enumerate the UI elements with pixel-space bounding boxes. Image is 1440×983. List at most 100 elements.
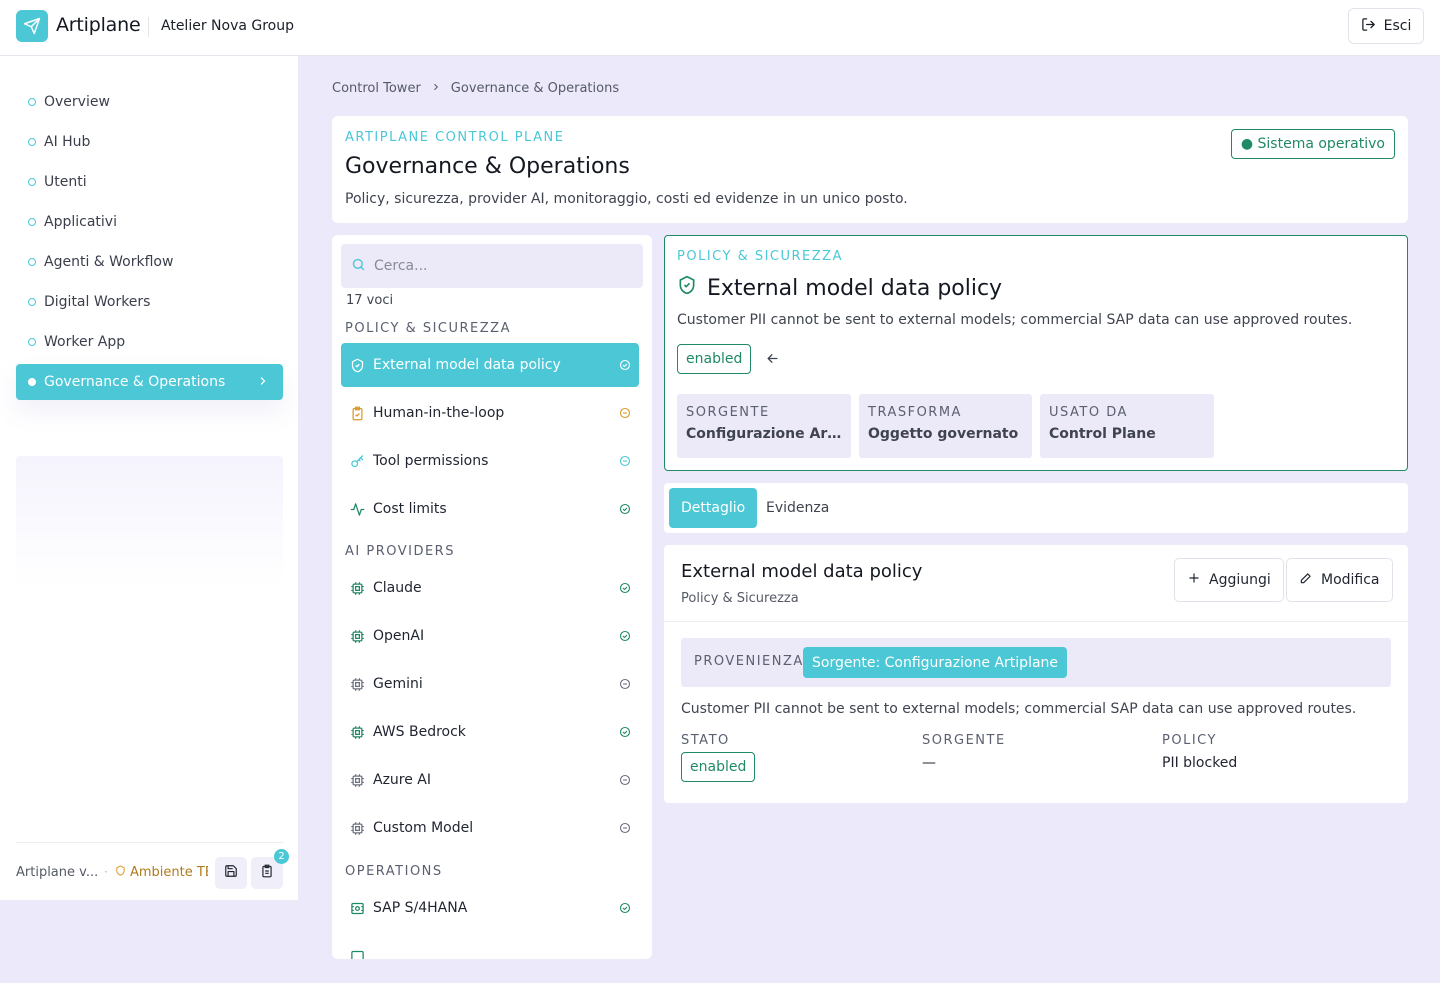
lineage-tile-transform: TRASFORMA Oggetto governato — [859, 394, 1032, 458]
detail-title: External model data policy — [707, 275, 1003, 301]
divider — [148, 17, 149, 37]
detail-description: Customer PII cannot be sent to external … — [677, 312, 1353, 328]
detail-eyebrow: POLICY & SICUREZZA — [677, 249, 843, 264]
plus-icon — [1187, 571, 1201, 589]
list-item-label: External model data policy — [373, 357, 561, 373]
lineage-tile-source: SORGENTE Configurazione Artiplane — [677, 394, 851, 458]
list-item-azure-ai[interactable]: Azure AI — [341, 758, 639, 802]
status-neutral-icon — [619, 774, 631, 786]
list-item-aws-bedrock[interactable]: AWS Bedrock — [341, 710, 639, 754]
list-item-cost-limits[interactable]: Cost limits — [341, 487, 639, 531]
sidebar-item-applicativi[interactable]: Applicativi — [16, 204, 283, 240]
sidebar-item-utenti[interactable]: Utenti — [16, 164, 283, 200]
list-item-human-in-the-loop[interactable]: Human-in-the-loop — [341, 391, 639, 435]
logout-button[interactable]: Esci — [1348, 8, 1424, 44]
sidebar-item-label: Governance & Operations — [44, 374, 226, 390]
field-value: PII blocked — [1162, 755, 1238, 771]
list-item-label: Human-in-the-loop — [373, 405, 505, 421]
field-sorgente: SORGENTE — — [922, 733, 1006, 771]
paper-plane-logo-icon[interactable] — [16, 10, 48, 42]
tab-evidenza[interactable]: Evidenza — [754, 488, 841, 528]
list-item-gemini[interactable]: Gemini — [341, 662, 639, 706]
list-item-custom-model[interactable]: Custom Model — [341, 806, 639, 850]
tile-value: Control Plane — [1049, 426, 1156, 442]
list-item-sap-s4hana[interactable]: SAP S/4HANA — [341, 886, 639, 930]
status-check-icon — [619, 359, 631, 371]
chevron-right-icon — [257, 375, 269, 391]
cpu-icon — [349, 772, 365, 788]
active-item-shadow — [16, 456, 283, 586]
field-value: — — [922, 755, 936, 771]
status-check-icon — [619, 582, 631, 594]
list-item-claude[interactable]: Claude — [341, 566, 639, 610]
tile-label: SORGENTE — [686, 405, 770, 420]
list-item-openai[interactable]: OpenAI — [341, 614, 639, 658]
sidebar-item-worker-app[interactable]: Worker App — [16, 324, 283, 360]
panel-title: External model data policy — [681, 561, 923, 582]
sidebar-item-governance-operations[interactable]: Governance & Operations — [16, 364, 283, 400]
breadcrumb-item-control-tower[interactable]: Control Tower — [332, 81, 421, 96]
add-button[interactable]: Aggiungi — [1174, 558, 1284, 602]
sidebar: Overview AI Hub Utenti Applicativi Agent… — [0, 56, 299, 900]
detail-panel: External model data policy Policy & Sicu… — [664, 545, 1408, 803]
sidebar-item-digital-workers[interactable]: Digital Workers — [16, 284, 283, 320]
search-input[interactable] — [374, 258, 614, 274]
sidebar-item-label: AI Hub — [44, 134, 91, 150]
group-label-operations: OPERATIONS — [345, 864, 443, 879]
footer-separator: · — [104, 865, 108, 879]
list-item-label: Cost limits — [373, 501, 447, 517]
nav-dot-icon — [28, 258, 36, 266]
list-item-partial[interactable] — [341, 934, 639, 959]
edit-button[interactable]: Modifica — [1286, 558, 1393, 602]
page-eyebrow: ARTIPLANE CONTROL PLANE — [345, 130, 565, 145]
tab-dettaglio[interactable]: Dettaglio — [669, 488, 758, 528]
brand-name: Artiplane — [56, 14, 141, 36]
server-icon — [349, 900, 365, 916]
item-count: 17 voci — [346, 293, 394, 308]
environment-badge: Ambiente TE — [115, 865, 208, 880]
field-label: SORGENTE — [922, 733, 1006, 748]
list-item-label: SAP S/4HANA — [373, 900, 468, 916]
sidebar-item-label: Worker App — [44, 334, 126, 350]
nav-dot-icon — [28, 138, 36, 146]
detail-title-row: External model data policy — [677, 275, 1002, 301]
nav-dot-icon — [28, 338, 36, 346]
panel-description: Customer PII cannot be sent to external … — [681, 701, 1357, 717]
sidebar-item-ai-hub[interactable]: AI Hub — [16, 124, 283, 160]
save-icon — [224, 864, 238, 882]
tile-label: USATO DA — [1049, 405, 1128, 420]
cpu-icon — [349, 724, 365, 740]
shield-icon — [115, 865, 126, 880]
nav-dot-icon — [28, 218, 36, 226]
provenance-value-badge: Sorgente: Configurazione Artiplane — [803, 647, 1068, 678]
status-badge: enabled — [681, 752, 756, 782]
search-box[interactable] — [341, 244, 643, 288]
environment-label: Ambiente TE — [130, 865, 208, 880]
list-item-label: Gemini — [373, 676, 423, 692]
sidebar-item-agenti-workflow[interactable]: Agenti & Workflow — [16, 244, 283, 280]
sidebar-item-overview[interactable]: Overview — [16, 84, 283, 120]
tasks-button[interactable]: 2 — [251, 849, 289, 889]
top-bar: Artiplane Atelier Nova Group Esci — [0, 0, 1440, 56]
sidebar-item-label: Agenti & Workflow — [44, 254, 174, 270]
sidebar-item-label: Overview — [44, 94, 110, 110]
cpu-icon — [349, 628, 365, 644]
divider — [664, 621, 1408, 622]
version-label: Artiplane v... — [16, 865, 99, 880]
provenance-label: PROVENIENZA — [694, 654, 804, 669]
cpu-icon — [349, 820, 365, 836]
server-icon — [349, 948, 365, 959]
activity-icon — [349, 501, 365, 517]
tile-label: TRASFORMA — [868, 405, 962, 420]
status-info-icon — [619, 455, 631, 467]
governance-list-panel: 17 voci POLICY & SICUREZZA External mode… — [332, 235, 652, 959]
clipboard-icon — [260, 864, 274, 882]
save-button[interactable] — [215, 857, 247, 889]
field-policy: POLICY PII blocked — [1162, 733, 1237, 771]
list-item-external-model-data-policy[interactable]: External model data policy — [341, 343, 639, 387]
list-item-tool-permissions[interactable]: Tool permissions — [341, 439, 639, 483]
cpu-icon — [349, 676, 365, 692]
sidebar-item-label: Utenti — [44, 174, 87, 190]
tile-value: Configurazione Artiplane — [686, 426, 842, 442]
arrow-left-icon[interactable] — [765, 351, 780, 370]
